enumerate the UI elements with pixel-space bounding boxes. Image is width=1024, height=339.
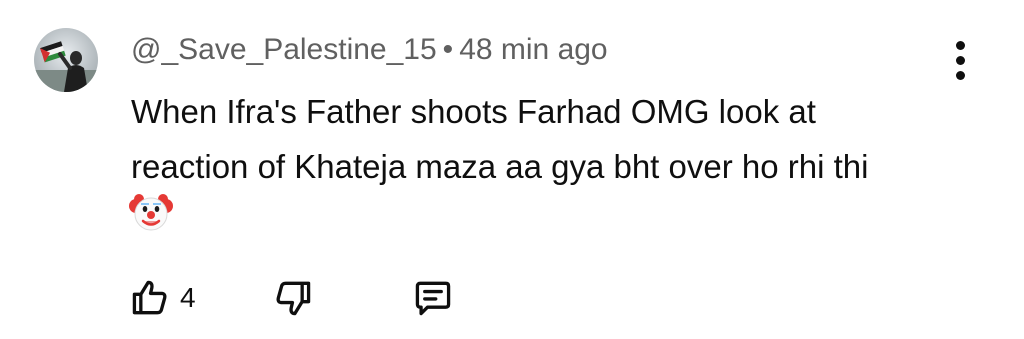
- comment-text-line: reaction of Khateja maza aa gya bht over…: [131, 148, 869, 185]
- meta-separator: •: [442, 33, 454, 66]
- like-button[interactable]: 4: [128, 272, 196, 324]
- avatar-image: [34, 28, 98, 92]
- timestamp: 48 min ago: [459, 33, 608, 66]
- comment-reply-icon: [415, 281, 451, 316]
- more-options-button[interactable]: [940, 36, 980, 84]
- clown-face-icon: [129, 190, 173, 234]
- reply-button[interactable]: [411, 272, 455, 324]
- avatar[interactable]: [34, 28, 98, 92]
- kebab-menu-icon: [955, 40, 965, 50]
- comment-text-line: When Ifra's Father shoots Farhad OMG loo…: [131, 93, 816, 130]
- dislike-button[interactable]: [271, 272, 315, 324]
- author-name[interactable]: @_Save_Palestine_15: [131, 33, 437, 66]
- comment-card: @_Save_Palestine_15 • 48 min ago When Ifra…: [0, 0, 1024, 339]
- thumbs-down-icon: [276, 281, 311, 316]
- thumbs-up-icon: [132, 280, 167, 315]
- comment-meta: @_Save_Palestine_15 • 48 min ago: [131, 32, 608, 68]
- comment-text: When Ifra's Father shoots Farhad OMG loo…: [131, 84, 991, 194]
- like-count: 4: [180, 282, 196, 313]
